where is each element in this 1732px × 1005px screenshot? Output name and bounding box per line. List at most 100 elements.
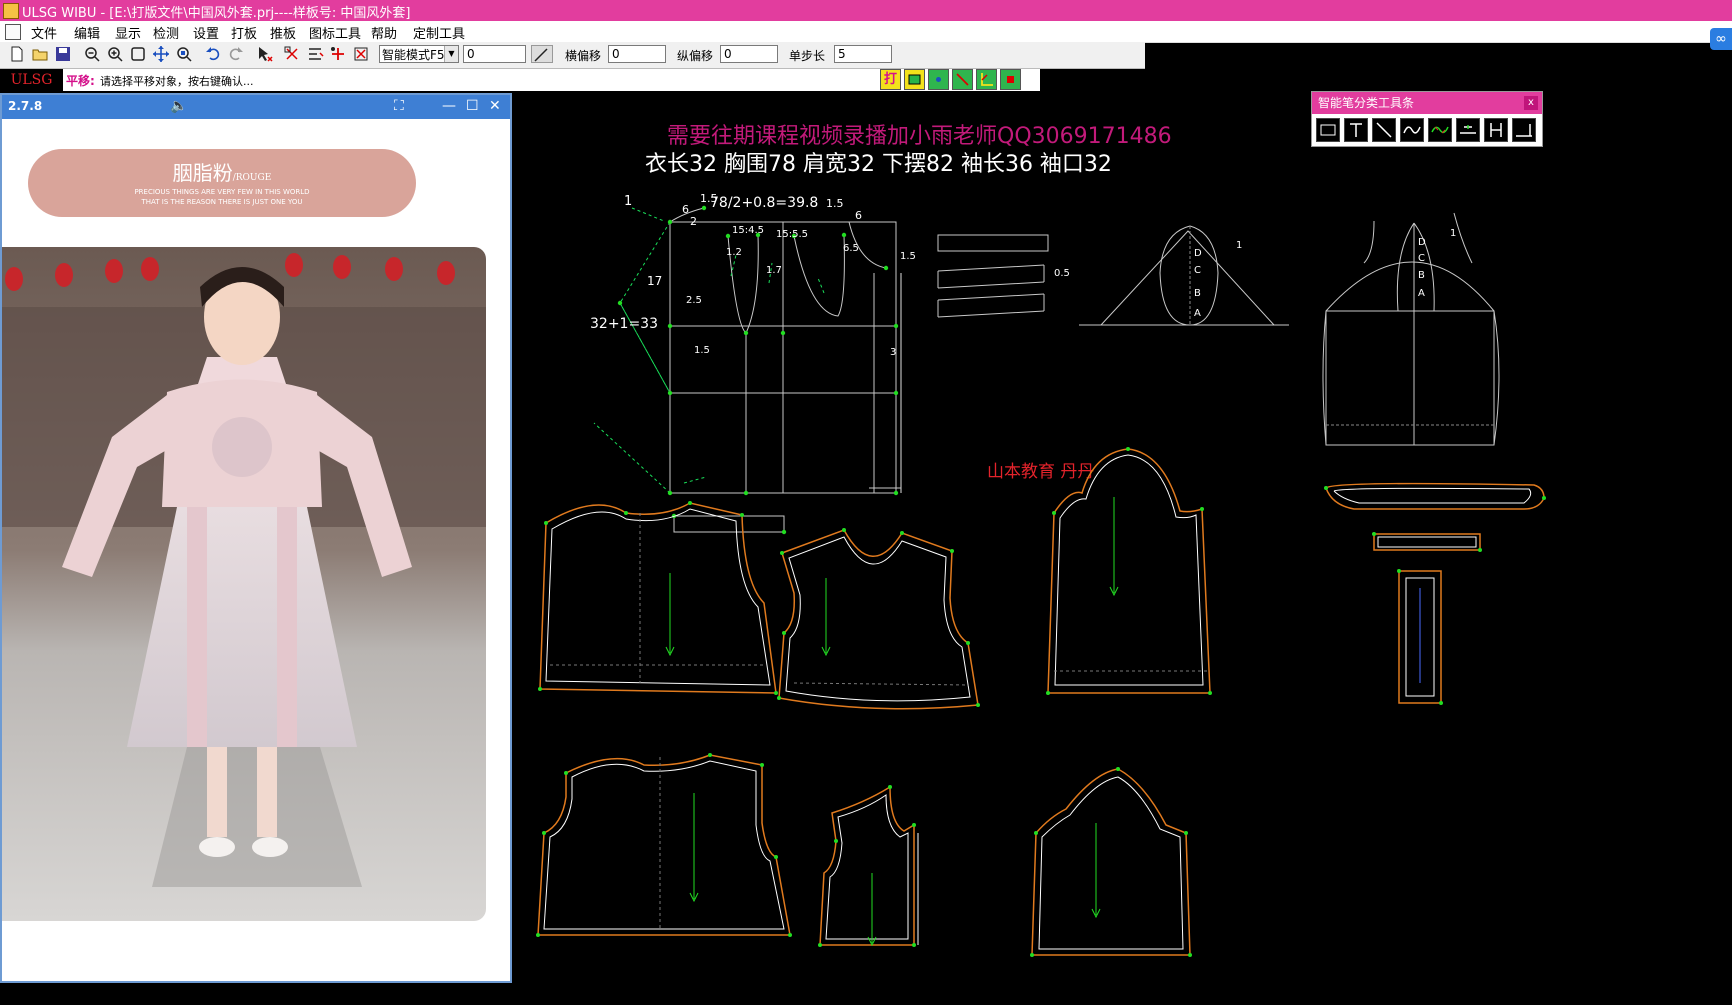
cuff-piece[interactable] <box>1398 570 1442 704</box>
close-icon[interactable]: x <box>1524 96 1538 110</box>
screenshot-icon[interactable]: ⛶ <box>394 98 404 114</box>
main-toolbar: 智能模式F5 ▼ 0 横偏移 0 纵偏移 0 单步长 5 <box>0 42 1145 69</box>
child-dress-illustration <box>2 247 486 921</box>
menu-help[interactable]: 帮助 <box>371 23 397 42</box>
step-input[interactable]: 5 <box>834 45 892 63</box>
menu-view[interactable]: 显示 <box>115 23 141 42</box>
v-offset-input[interactable]: 0 <box>720 45 778 63</box>
dot-icon[interactable] <box>928 69 949 90</box>
h-tool-icon[interactable] <box>1484 118 1508 142</box>
banner-caption: 胭脂粉 <box>172 161 233 185</box>
h-offset-label: 横偏移 <box>565 49 602 63</box>
label-D: D <box>1194 248 1202 259</box>
pattern-piece-lining-sleeve[interactable] <box>1031 768 1191 956</box>
line-draw-icon[interactable] <box>531 45 553 63</box>
minimize-icon[interactable]: — <box>442 98 456 114</box>
mode-select-value: 智能模式F5 <box>382 48 445 62</box>
menu-custom-tools[interactable]: 定制工具 <box>413 23 465 42</box>
pattern-drawing[interactable]: 需要往期课程视频录播加小雨老师QQ3069171486 衣长32 胸围78 肩宽… <box>514 93 1732 983</box>
volume-icon[interactable]: 🔈 <box>170 98 187 114</box>
label-n17: 17 <box>647 274 662 288</box>
image-viewer-window[interactable]: 2.7.8 🔈 ⛶ — ☐ ✕ 胭脂粉/ROUGE PRECIOUS THING… <box>0 93 512 983</box>
delete-point-icon[interactable] <box>352 45 370 63</box>
zoom-window-icon[interactable] <box>129 45 147 63</box>
collar-curve-piece[interactable] <box>1325 482 1545 510</box>
command-prompt: 请选择平移对象，按右键确认... <box>100 75 254 88</box>
print-icon[interactable]: 打 <box>880 69 901 90</box>
app-icon <box>3 3 19 19</box>
save-icon[interactable] <box>54 45 72 63</box>
label-n6b: 6 <box>855 209 862 222</box>
zoom-in-icon[interactable] <box>106 45 124 63</box>
banner-subtitle: PRECIOUS THINGS ARE VERY FEW IN THIS WOR… <box>28 187 416 207</box>
print-label: 打 <box>883 72 897 87</box>
menu-icon-tools[interactable]: 图标工具 <box>309 23 361 42</box>
menu-grading[interactable]: 推板 <box>270 23 296 42</box>
line-tool-icon[interactable] <box>1372 118 1396 142</box>
cloud-icon[interactable]: ∞ <box>1710 28 1732 50</box>
stop-icon[interactable] <box>1000 69 1021 90</box>
sleeve-draft-1[interactable] <box>1079 225 1289 326</box>
banner-title: 胭脂粉/ROUGE <box>28 157 416 186</box>
rectangle-icon[interactable] <box>904 69 925 90</box>
viewer-titlebar[interactable]: 2.7.8 🔈 ⛶ — ☐ ✕ <box>2 95 510 119</box>
baseline-tool-icon[interactable] <box>1456 118 1480 142</box>
add-point-icon[interactable] <box>329 45 347 63</box>
rectangle-tool-icon[interactable] <box>1316 118 1340 142</box>
undo-icon[interactable] <box>204 45 222 63</box>
chevron-down-icon[interactable]: ▼ <box>444 46 458 62</box>
line-icon[interactable] <box>952 69 973 90</box>
redo-icon[interactable] <box>227 45 245 63</box>
label-D2: D <box>1418 237 1426 248</box>
text-tool-icon[interactable] <box>1344 118 1368 142</box>
h-offset-input[interactable]: 0 <box>608 45 666 63</box>
cad-canvas[interactable]: 需要往期课程视频录播加小雨老师QQ3069171486 衣长32 胸围78 肩宽… <box>514 93 1732 983</box>
new-file-icon[interactable] <box>8 45 26 63</box>
menu-settings[interactable]: 设置 <box>193 23 219 42</box>
measurement-text: 衣长32 胸围78 肩宽32 下摆82 袖长36 袖口32 <box>645 152 1112 177</box>
label-B2: B <box>1418 270 1425 281</box>
curve-tool-icon[interactable] <box>1400 118 1424 142</box>
banner-line-2: THAT IS THE REASON THERE IS JUST ONE YOU <box>141 198 303 206</box>
open-folder-icon[interactable] <box>31 45 49 63</box>
pattern-piece-sleeve-1[interactable] <box>1047 448 1211 694</box>
pattern-piece-lining-back[interactable] <box>537 754 791 936</box>
close-icon[interactable]: ✕ <box>489 98 501 114</box>
collar-draft[interactable] <box>937 234 1049 318</box>
ruler-tool-icon[interactable] <box>1512 118 1536 142</box>
zoom-out-icon[interactable] <box>83 45 101 63</box>
mode-select[interactable]: 智能模式F5 ▼ <box>379 45 459 63</box>
move-point-icon[interactable] <box>283 45 301 63</box>
viewer-content: 胭脂粉/ROUGE PRECIOUS THINGS ARE VERY FEW I… <box>2 119 510 981</box>
label-A: A <box>1194 308 1201 319</box>
smart-pen-toolbar[interactable]: 智能笔分类工具条 x <box>1311 91 1543 147</box>
align-icon[interactable] <box>306 45 324 63</box>
bottom-bar <box>0 983 1732 1005</box>
menu-edit[interactable]: 编辑 <box>74 23 100 42</box>
menu-check[interactable]: 检测 <box>153 23 179 42</box>
label-n1: 1 <box>624 194 632 209</box>
pattern-piece-front[interactable] <box>778 529 979 710</box>
select-icon[interactable] <box>256 45 274 63</box>
value-input[interactable]: 0 <box>463 45 526 63</box>
axis-icon[interactable] <box>976 69 997 90</box>
label-C2: C <box>1418 253 1425 264</box>
menu-pattern[interactable]: 打板 <box>231 23 257 42</box>
pattern-piece-lining-front[interactable] <box>819 785 919 947</box>
menu-file[interactable]: 文件 <box>31 23 57 42</box>
smart-toolbar-title[interactable]: 智能笔分类工具条 <box>1312 92 1542 114</box>
label-n6a: 6 <box>682 203 689 216</box>
bodice-draft[interactable] <box>669 207 902 533</box>
smooth-tool-icon[interactable] <box>1428 118 1452 142</box>
promo-text: 需要往期课程视频录播加小雨老师QQ3069171486 <box>667 124 1172 149</box>
binding-strip[interactable] <box>1373 533 1481 551</box>
sleeve-draft-2[interactable] <box>1322 212 1500 446</box>
pan-icon[interactable] <box>152 45 170 63</box>
label-C: C <box>1194 265 1201 276</box>
label-n0_5: 0.5 <box>1054 268 1070 279</box>
command-name: 平移: <box>66 74 95 88</box>
maximize-icon[interactable]: ☐ <box>466 98 479 114</box>
product-photo <box>2 247 486 921</box>
zoom-fit-icon[interactable] <box>175 45 193 63</box>
label-calc-chest: 78/2+0.8=39.8 <box>710 195 818 211</box>
